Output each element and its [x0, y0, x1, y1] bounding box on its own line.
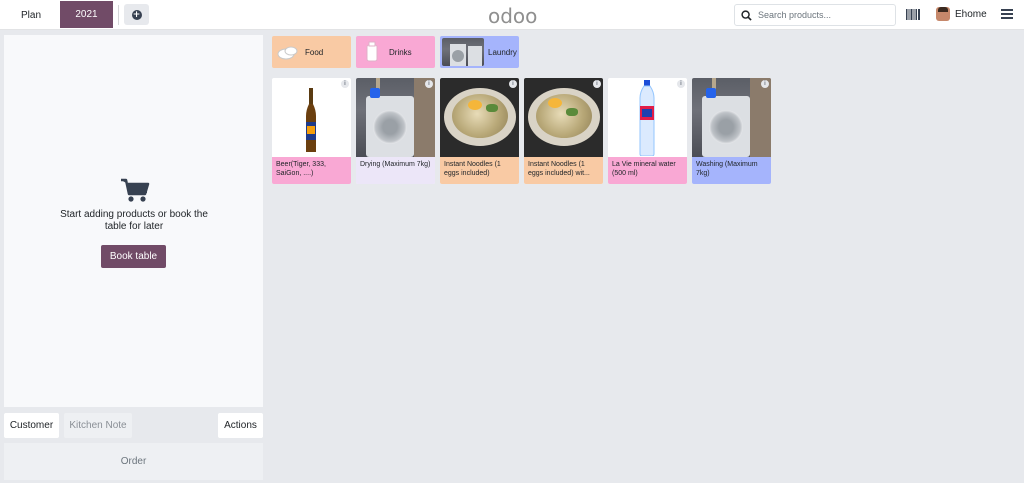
odoo-logo: odoo — [488, 4, 538, 28]
user-menu[interactable]: Ehome — [936, 7, 987, 21]
plan-button[interactable]: Plan — [8, 2, 54, 28]
product-card[interactable]: i Drying (Maximum 7kg) — [356, 78, 435, 184]
empty-order-message: Start adding products or book the table … — [60, 209, 208, 232]
order-button[interactable]: Order — [4, 443, 263, 480]
washing-machine-image — [356, 78, 435, 157]
info-icon[interactable]: i — [425, 80, 433, 88]
beer-bottle-image — [272, 78, 351, 157]
barcode-icon[interactable] — [906, 9, 920, 20]
info-icon[interactable]: i — [593, 80, 601, 88]
avatar — [936, 7, 950, 21]
category-laundry[interactable]: Laundry — [440, 36, 519, 68]
product-name: Drying (Maximum 7kg) — [356, 157, 435, 184]
navbar-divider — [118, 5, 119, 25]
water-bottle-image — [608, 78, 687, 157]
info-icon[interactable]: i — [341, 80, 349, 88]
product-name: Beer(Tiger, 333, SaiGon, ....) — [272, 157, 351, 184]
table-2021-tab[interactable]: 2021 — [60, 1, 113, 28]
category-label: Food — [305, 47, 324, 57]
info-icon[interactable]: i — [761, 80, 769, 88]
customer-button[interactable]: Customer — [4, 413, 59, 438]
drinks-category-image — [361, 41, 383, 63]
actions-button[interactable]: Actions — [218, 413, 263, 438]
hamburger-menu-icon[interactable] — [1001, 9, 1013, 20]
laundry-category-image — [442, 38, 484, 66]
search-input[interactable] — [758, 10, 888, 20]
user-name: Ehome — [955, 8, 987, 20]
product-card[interactable]: i La Vie mineral water (500 ml) — [608, 78, 687, 184]
category-food[interactable]: Food — [272, 36, 351, 68]
category-label: Laundry — [488, 47, 517, 57]
product-card[interactable]: i Instant Noodles (1 eggs included) — [440, 78, 519, 184]
product-name: Instant Noodles (1 eggs included) — [440, 157, 519, 184]
plus-circle-icon: + — [131, 9, 142, 20]
category-label: Drinks — [389, 47, 412, 57]
noodle-bowl-image — [524, 78, 603, 157]
noodle-bowl-image — [440, 78, 519, 157]
kitchen-note-button[interactable]: Kitchen Note — [64, 413, 132, 438]
product-name: La Vie mineral water (500 ml) — [608, 157, 687, 184]
product-search[interactable] — [734, 4, 896, 26]
product-name: Instant Noodles (1 eggs included) wit... — [524, 157, 603, 184]
info-icon[interactable]: i — [509, 80, 517, 88]
info-icon[interactable]: i — [677, 80, 685, 88]
product-name: Washing (Maximum 7kg) — [692, 157, 771, 184]
search-icon — [741, 9, 752, 21]
book-table-button[interactable]: Book table — [101, 245, 166, 268]
product-card[interactable]: i Beer(Tiger, 333, SaiGon, ....) — [272, 78, 351, 184]
shopping-cart-icon — [121, 178, 150, 202]
washing-machine-image — [692, 78, 771, 157]
product-card[interactable]: i Washing (Maximum 7kg) — [692, 78, 771, 184]
top-navbar: Plan 2021 + odoo Ehome — [0, 0, 1024, 30]
order-panel: Start adding products or book the table … — [4, 35, 263, 407]
product-card[interactable]: i Instant Noodles (1 eggs included) wit.… — [524, 78, 603, 184]
food-category-image — [277, 41, 299, 63]
add-order-button[interactable]: + — [124, 4, 149, 25]
category-drinks[interactable]: Drinks — [356, 36, 435, 68]
